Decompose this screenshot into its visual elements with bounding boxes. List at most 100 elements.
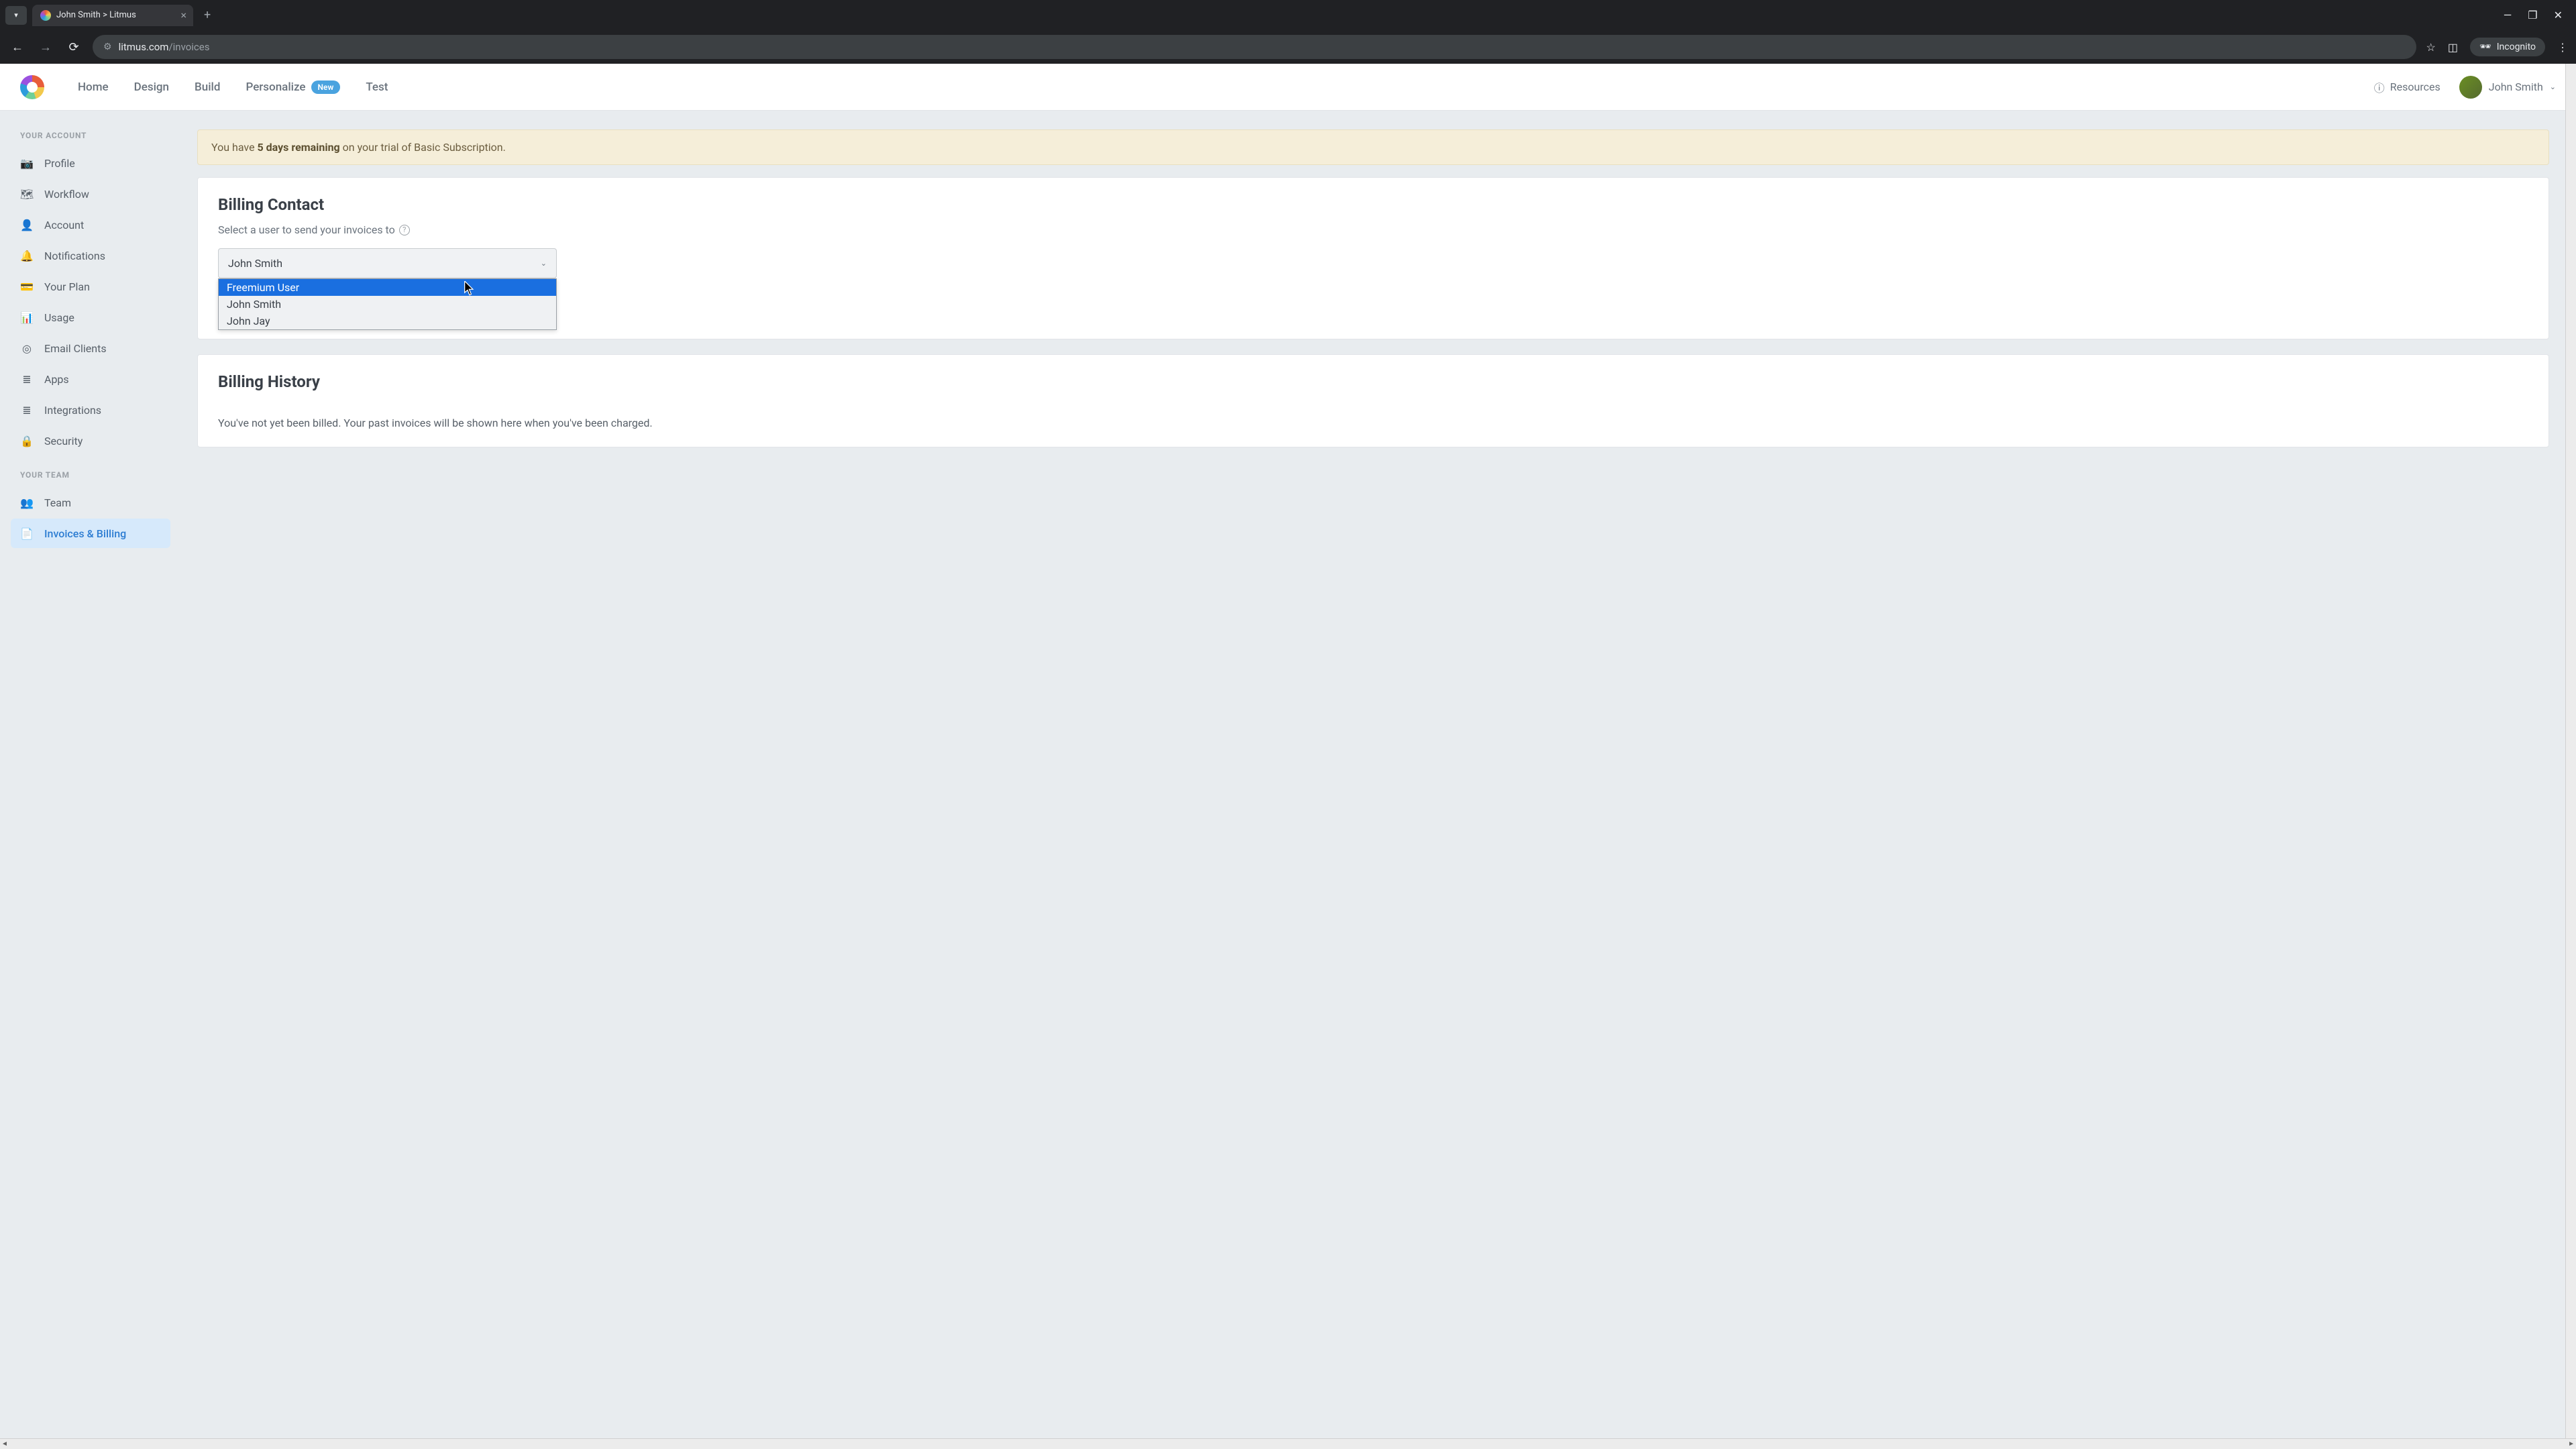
app-header: Home Design Build Personalize New Test ⓘ… xyxy=(0,64,2576,111)
billing-contact-select[interactable]: John Smith ⌄ xyxy=(218,248,557,278)
sidebar-item-workflow[interactable]: 🗺 Workflow xyxy=(11,179,170,209)
doc-icon: 📄 xyxy=(20,527,34,540)
sidebar-item-account[interactable]: 👤 Account xyxy=(11,210,170,239)
sidebar-item-your-plan[interactable]: 💳Your Plan xyxy=(11,272,170,301)
user-menu[interactable]: John Smith ⌄ xyxy=(2459,76,2556,99)
help-icon[interactable]: ? xyxy=(399,225,410,235)
new-badge: New xyxy=(311,80,341,94)
reload-button[interactable]: ⟳ xyxy=(64,40,83,54)
sidebar-item-email-clients[interactable]: ◎ Email Clients xyxy=(11,333,170,363)
bookmark-icon[interactable]: ☆ xyxy=(2426,41,2435,54)
main-column: You have 5 days remaining on your trial … xyxy=(181,111,2576,570)
sidebar-item-label: Account xyxy=(44,219,84,231)
sidebar-item-notifications[interactable]: 🔔Notifications xyxy=(11,241,170,270)
scroll-left-icon[interactable]: ◄ xyxy=(1,1440,8,1448)
billing-history-title: Billing History xyxy=(218,372,2528,391)
trial-banner: You have 5 days remaining on your trial … xyxy=(197,129,2549,165)
url-domain: litmus.com xyxy=(119,41,169,53)
sidebar-section-team: YOUR TEAM xyxy=(11,470,170,480)
address-bar: ← → ⟳ ⚙ litmus.com/invoices ☆ ◫ 🕶 Incogn… xyxy=(0,30,2576,64)
sidebar: YOUR ACCOUNT 📷 Profile 🗺 Workflow 👤 Account 🔔N… xyxy=(0,111,181,570)
resources-link[interactable]: ⓘ Resources xyxy=(2374,79,2440,95)
browser-tab[interactable]: John Smith > Litmus × xyxy=(32,5,193,26)
horizontal-scrollbar[interactable]: ◄ ► xyxy=(0,1438,2576,1449)
lock-icon: 🔒 xyxy=(20,434,34,447)
site-settings-icon[interactable]: ⚙ xyxy=(103,42,112,52)
window-controls: — ❐ ✕ xyxy=(2504,9,2576,21)
toggle-icon: ◎ xyxy=(20,341,34,355)
banner-suffix: on your trial of Basic Subscription. xyxy=(340,141,506,154)
nav-personalize-label: Personalize xyxy=(246,80,305,94)
user-name: John Smith xyxy=(2489,80,2543,93)
sidebar-item-usage[interactable]: 📊 Usage xyxy=(11,303,170,332)
layers-icon: ≣ xyxy=(20,372,34,386)
close-window-icon[interactable]: ✕ xyxy=(2554,9,2563,21)
select-value: John Smith xyxy=(228,257,282,270)
sidebar-item-invoices-billing[interactable]: 📄Invoices & Billing xyxy=(11,519,170,548)
close-tab-icon[interactable]: × xyxy=(180,10,186,21)
sidebar-item-label: Email Clients xyxy=(44,342,107,355)
incognito-icon: 🕶 xyxy=(2479,42,2491,52)
billing-contact-card: Billing Contact Select a user to send yo… xyxy=(197,177,2549,339)
sidebar-item-label: Usage xyxy=(44,311,74,324)
main-nav: Home Design Build Personalize New Test xyxy=(78,80,388,94)
sidebar-item-apps[interactable]: ≣Apps xyxy=(11,364,170,394)
sidebar-item-team[interactable]: 👥Team xyxy=(11,488,170,517)
sidebar-item-security[interactable]: 🔒 Security xyxy=(11,426,170,455)
back-button[interactable]: ← xyxy=(8,40,27,54)
url-text: litmus.com/invoices xyxy=(119,41,210,53)
url-bar[interactable]: ⚙ litmus.com/invoices xyxy=(93,35,2416,59)
avatar-icon xyxy=(2459,76,2482,99)
bell-icon: 🔔 xyxy=(20,249,34,262)
app-logo-icon[interactable] xyxy=(20,75,44,99)
tab-favicon-icon xyxy=(40,10,51,21)
vertical-scrollbar[interactable] xyxy=(2565,64,2576,1438)
nav-design[interactable]: Design xyxy=(134,80,169,94)
billing-history-body: You've not yet been billed. Your past in… xyxy=(218,417,2528,429)
map-icon: 🗺 xyxy=(20,187,34,201)
url-path: /invoices xyxy=(168,41,209,53)
dropdown-option[interactable]: John Jay xyxy=(219,313,556,329)
layers-icon: ≣ xyxy=(20,403,34,417)
chevron-down-icon: ⌄ xyxy=(2550,83,2556,91)
billing-contact-subtitle: Select a user to send your invoices to ? xyxy=(218,223,2528,236)
tab-title: John Smith > Litmus xyxy=(56,10,136,20)
sidebar-item-integrations[interactable]: ≣ Integrations xyxy=(11,395,170,425)
nav-test[interactable]: Test xyxy=(366,80,388,94)
banner-prefix: You have xyxy=(211,141,258,154)
nav-home[interactable]: Home xyxy=(78,80,109,94)
chevron-down-icon: ⌄ xyxy=(541,259,547,268)
dropdown-option[interactable]: Freemium User xyxy=(219,279,556,296)
resources-label: Resources xyxy=(2390,80,2440,93)
incognito-badge[interactable]: 🕶 Incognito xyxy=(2470,38,2545,56)
billing-history-card: Billing History You've not yet been bill… xyxy=(197,354,2549,447)
sidebar-section-account: YOUR ACCOUNT xyxy=(11,131,170,140)
sidebar-item-profile[interactable]: 📷 Profile xyxy=(11,148,170,178)
dropdown-option[interactable]: John Smith xyxy=(219,296,556,313)
scroll-right-icon[interactable]: ► xyxy=(2568,1440,2575,1448)
content-area: YOUR ACCOUNT 📷 Profile 🗺 Workflow 👤 Account 🔔N… xyxy=(0,111,2576,570)
billing-contact-select-wrap: John Smith ⌄ Freemium UserJohn SmithJohn… xyxy=(218,248,557,278)
camera-icon: 📷 xyxy=(20,156,34,170)
sidebar-item-label: Security xyxy=(44,435,83,447)
banner-bold: 5 days remaining xyxy=(258,141,340,154)
browser-menu-icon[interactable]: ⋮ xyxy=(2557,41,2568,54)
info-icon: ⓘ xyxy=(2374,79,2385,95)
billing-contact-subtitle-text: Select a user to send your invoices to xyxy=(218,223,395,236)
user-icon: 👤 xyxy=(20,218,34,231)
sidebar-item-label: Integrations xyxy=(44,404,101,417)
panel-icon[interactable]: ◫ xyxy=(2448,41,2458,54)
new-tab-button[interactable]: + xyxy=(199,5,216,25)
billing-contact-dropdown[interactable]: Freemium UserJohn SmithJohn Jay xyxy=(218,278,557,330)
nav-personalize[interactable]: Personalize New xyxy=(246,80,340,94)
minimize-icon[interactable]: — xyxy=(2504,9,2512,21)
sidebar-item-label: Profile xyxy=(44,157,75,170)
tabs-menu-button[interactable]: ▾ xyxy=(5,6,27,25)
billing-contact-title: Billing Contact xyxy=(218,195,2528,214)
sidebar-item-label: Workflow xyxy=(44,188,89,201)
maximize-icon[interactable]: ❐ xyxy=(2528,9,2537,21)
bars-icon: 📊 xyxy=(20,311,34,324)
sidebar-item-label: Your Plan xyxy=(44,280,90,293)
nav-build[interactable]: Build xyxy=(195,80,220,94)
forward-button[interactable]: → xyxy=(36,40,55,54)
